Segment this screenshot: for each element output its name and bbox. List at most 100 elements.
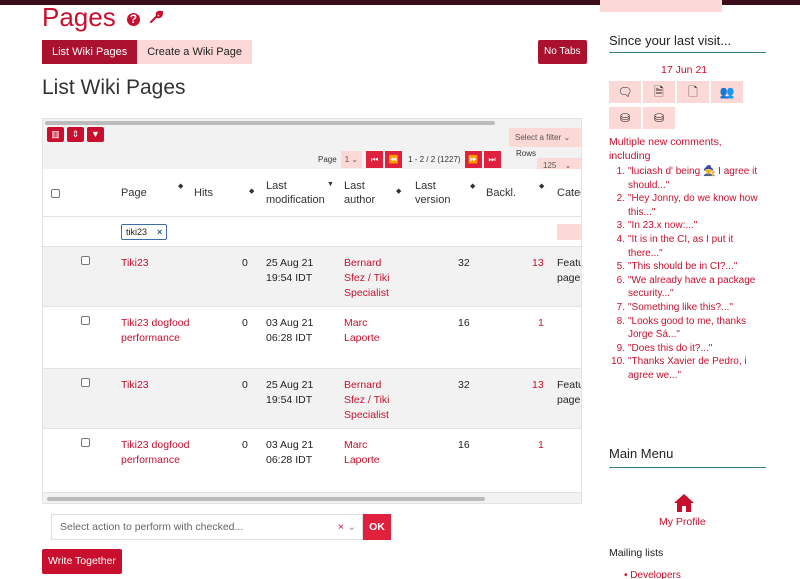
mod-date: 03 Aug 21 <box>266 439 314 451</box>
row-checkbox[interactable] <box>81 378 90 387</box>
database-icon[interactable]: ⛁ <box>609 107 641 129</box>
col-last-version[interactable]: Last version <box>415 169 459 217</box>
col-last-modification[interactable]: Last modification <box>266 169 332 217</box>
mod-time: 06:28 IDT <box>266 454 313 466</box>
list-item[interactable]: 2. "Hey Jonny, do we know how this..." <box>609 192 759 219</box>
file-icon[interactable]: 🗋 <box>677 81 709 103</box>
first-page-icon[interactable]: ⏮ <box>366 150 384 168</box>
prev-page-icon[interactable]: ⏪ <box>385 150 403 168</box>
author-link[interactable]: Marc Laporte <box>344 438 400 468</box>
col-categories[interactable]: Categ <box>557 169 581 217</box>
home-icon[interactable] <box>673 493 695 513</box>
list-item[interactable]: 4. "It is in the CI, as I put it there...… <box>609 233 759 260</box>
row-checkbox[interactable] <box>81 438 90 447</box>
write-together-button[interactable]: Write Together <box>42 549 122 574</box>
sort-icon[interactable]: ◆ <box>539 182 544 190</box>
backlinks-link[interactable]: 1 <box>538 316 544 331</box>
page-select[interactable]: 1 ⌄ <box>340 150 363 168</box>
page-tabs: List Wiki Pages Create a Wiki Page <box>42 40 252 64</box>
list-item[interactable]: 3. "In 23.x now:..." <box>609 219 759 233</box>
author-link[interactable]: Marc Laporte <box>344 316 400 346</box>
sidebar-top-button[interactable] <box>600 0 722 12</box>
mod-date: 25 Aug 21 <box>266 257 314 269</box>
sort-icon[interactable]: ⇕ <box>67 127 84 142</box>
list-item[interactable]: 7. "Something like this?..." <box>609 301 759 315</box>
sort-icon[interactable]: ◆ <box>178 182 183 190</box>
sort-icon[interactable]: ◆ <box>396 187 401 195</box>
list-item[interactable]: 10. "Thanks Xavier de Pedro, i agree we..… <box>609 355 759 382</box>
mod-time: 06:28 IDT <box>266 332 313 344</box>
table-row: Tiki23 0 25 Aug 21 19:54 IDT Bernard Sfe… <box>43 369 582 429</box>
pager: Page 1 ⌄ ⏮ ⏪ 1 - 2 / 2 (1227) ⏩ ⏭ <box>318 149 503 169</box>
page-link[interactable]: Tiki23 <box>121 378 191 393</box>
filter-select[interactable]: Select a filter ⌄ <box>509 128 581 147</box>
main-menu-title: Main Menu <box>609 446 674 461</box>
author-link[interactable]: Bernard Sfez / Tiki Specialist <box>344 378 400 423</box>
list-item[interactable]: 1. "luciash d' being 🧙 I agree it should.… <box>609 165 759 192</box>
columns-icon[interactable]: ▥ <box>47 127 64 142</box>
comment-list: 1. "luciash d' being 🧙 I agree it should.… <box>609 165 759 383</box>
category: Featu page <box>557 379 582 406</box>
col-last-author[interactable]: Last author <box>344 169 388 217</box>
sort-icon[interactable]: ◆ <box>470 182 475 190</box>
bulk-action-select[interactable]: Select action to perform with checked...… <box>51 514 363 540</box>
select-all-checkbox[interactable] <box>51 169 60 217</box>
category: Featu page <box>557 257 582 284</box>
my-profile-link[interactable]: My Profile <box>659 516 706 528</box>
filter-row: tiki23 × <box>43 217 581 247</box>
sort-desc-icon[interactable]: ▼ <box>327 181 334 188</box>
page-label: Page <box>318 154 337 164</box>
category-filter[interactable] <box>557 224 581 240</box>
page-title: Pages ? <box>42 2 164 33</box>
filter-icon[interactable]: ▼ <box>87 127 104 142</box>
mod-date: 03 Aug 21 <box>266 317 314 329</box>
page-link[interactable]: Tiki23 dogfood performance <box>121 438 191 468</box>
since-last-visit-title: Since your last visit... <box>609 33 732 48</box>
wrench-icon[interactable] <box>149 10 164 28</box>
ok-button[interactable]: OK <box>363 514 391 540</box>
table-row: Tiki23 0 25 Aug 21 19:54 IDT Bernard Sfe… <box>43 247 582 307</box>
backlinks-link[interactable]: 1 <box>538 438 544 453</box>
page-title-text: Pages <box>42 2 116 32</box>
backlinks-link[interactable]: 13 <box>532 378 544 393</box>
clear-icon[interactable]: × <box>338 515 344 539</box>
since-date: 17 Jun 21 <box>661 64 708 76</box>
close-icon[interactable]: × <box>157 227 162 237</box>
last-page-icon[interactable]: ⏭ <box>483 150 501 168</box>
chevron-down-icon: ⌄ <box>563 133 571 142</box>
col-backlinks[interactable]: Backl. <box>486 169 516 217</box>
backlinks-link[interactable]: 13 <box>532 256 544 271</box>
tab-list-wiki-pages[interactable]: List Wiki Pages <box>42 40 138 64</box>
comments-icon[interactable]: 🗨 <box>609 81 641 103</box>
next-page-icon[interactable]: ⏩ <box>464 150 482 168</box>
list-item[interactable]: 6. "We already have a package security...… <box>609 274 759 301</box>
page-link[interactable]: Tiki23 dogfood performance <box>121 316 191 346</box>
sort-icon[interactable]: ◆ <box>249 187 254 195</box>
since-intro: Multiple new comments, including <box>609 136 722 162</box>
table-toolbar: ▥ ⇕ ▼ Select a filter ⌄ Page 1 ⌄ ⏮ ⏪ 1 -… <box>43 127 581 175</box>
col-hits[interactable]: Hits <box>194 169 213 217</box>
row-checkbox[interactable] <box>81 256 90 265</box>
question-circle-icon[interactable]: ? <box>126 12 140 26</box>
tab-create-wiki-page[interactable]: Create a Wiki Page <box>137 40 252 64</box>
author-link[interactable]: Bernard Sfez / Tiki Specialist <box>344 256 400 301</box>
page-link[interactable]: Tiki23 <box>121 256 191 271</box>
no-tabs-button[interactable]: No Tabs <box>538 40 587 64</box>
col-page[interactable]: Page <box>121 169 147 217</box>
list-item[interactable]: 8. "Looks good to me, thanks Jorge Sá..." <box>609 315 759 342</box>
list-item[interactable]: 5. "This should be in CI?..." <box>609 260 759 274</box>
horizontal-scrollbar-top[interactable] <box>45 121 495 125</box>
version: 16 <box>458 317 470 329</box>
hits: 0 <box>242 257 248 269</box>
mailing-list-item[interactable]: • Developers <box>624 570 681 579</box>
users-icon[interactable]: 👥 <box>711 81 743 103</box>
database-icon[interactable]: ⛁ <box>643 107 675 129</box>
list-item[interactable]: 9. "Does this do it?..." <box>609 342 759 356</box>
document-text-icon[interactable]: 🗎 <box>643 81 675 103</box>
chevron-down-icon: ⌄ <box>347 521 356 533</box>
filter-tag[interactable]: tiki23 × <box>121 224 168 240</box>
mod-time: 19:54 IDT <box>266 272 313 284</box>
horizontal-scrollbar-bottom[interactable] <box>47 497 485 501</box>
pages-table: ▥ ⇕ ▼ Select a filter ⌄ Page 1 ⌄ ⏮ ⏪ 1 -… <box>42 118 582 504</box>
row-checkbox[interactable] <box>81 316 90 325</box>
